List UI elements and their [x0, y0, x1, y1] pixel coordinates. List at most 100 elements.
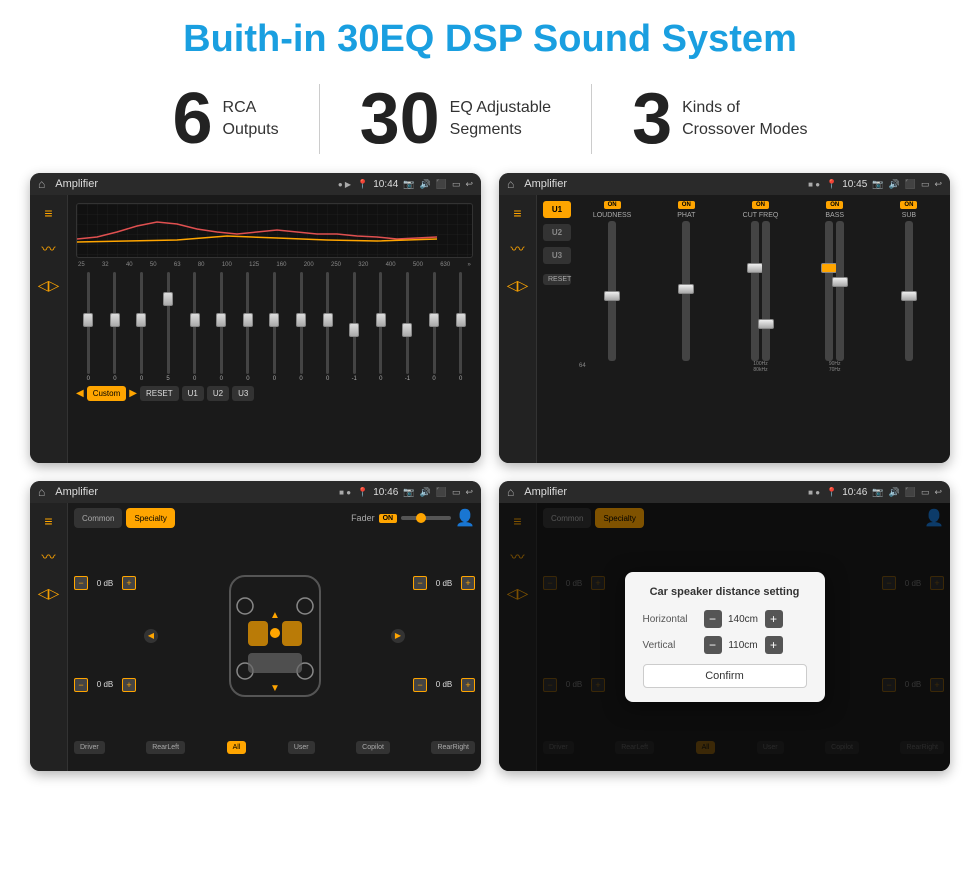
- fader-slider[interactable]: [401, 516, 451, 520]
- track-1[interactable]: [87, 272, 90, 374]
- location-icon-4: 📍: [826, 487, 837, 498]
- eq-main: 25 32 40 50 63 80 100 125 160 200 250 32…: [68, 195, 481, 463]
- arrow-right[interactable]: ▶: [391, 629, 405, 643]
- freq-63: 63: [174, 262, 181, 268]
- track-7[interactable]: [246, 272, 249, 374]
- reset-btn-1[interactable]: RESET: [140, 386, 179, 401]
- slider-loudness-1[interactable]: [608, 221, 616, 361]
- slider-cutfreq-1[interactable]: [751, 221, 759, 361]
- slider-bass-2[interactable]: [836, 221, 844, 361]
- track-13[interactable]: [406, 272, 409, 374]
- dot-icons-2: ■ ●: [808, 180, 820, 189]
- prev-arrow[interactable]: ◀: [76, 388, 84, 399]
- u1-btn[interactable]: U1: [543, 201, 571, 218]
- vol-plus-rl[interactable]: +: [122, 678, 136, 692]
- u2-btn-1[interactable]: U2: [207, 386, 229, 401]
- slider-bass-1[interactable]: [825, 221, 833, 361]
- tab-common-3[interactable]: Common: [74, 508, 122, 528]
- track-9[interactable]: [300, 272, 303, 374]
- reset-btn-2[interactable]: RESET: [543, 274, 571, 285]
- track-5[interactable]: [193, 272, 196, 374]
- freq-more[interactable]: »: [467, 262, 470, 268]
- vol-plus-fl[interactable]: +: [122, 576, 136, 590]
- vol-icon-1[interactable]: ◁▷: [38, 277, 60, 294]
- svg-text:▲: ▲: [270, 610, 280, 621]
- on-bass[interactable]: ON: [826, 201, 843, 209]
- vol-minus-rl[interactable]: −: [74, 678, 88, 692]
- eq-icon-1[interactable]: ≡: [44, 205, 52, 221]
- u2-btn[interactable]: U2: [543, 224, 571, 241]
- vol-plus-fr[interactable]: +: [461, 576, 475, 590]
- back-icon-4[interactable]: ↩: [934, 487, 942, 498]
- vol-icon-2[interactable]: ◁▷: [507, 277, 529, 294]
- copilot-btn[interactable]: Copilot: [356, 741, 390, 754]
- track-14[interactable]: [433, 272, 436, 374]
- custom-btn[interactable]: Custom: [87, 386, 127, 401]
- track-6[interactable]: [220, 272, 223, 374]
- home-icon-1[interactable]: ⌂: [38, 177, 45, 191]
- horizontal-plus[interactable]: +: [765, 610, 783, 628]
- vol-plus-rr[interactable]: +: [461, 678, 475, 692]
- right-arrow[interactable]: ▶: [391, 629, 405, 643]
- u1-btn-1[interactable]: U1: [182, 386, 204, 401]
- on-sub[interactable]: ON: [900, 201, 917, 209]
- next-arrow[interactable]: ▶: [129, 388, 137, 399]
- u3-btn[interactable]: U3: [543, 247, 571, 264]
- user-btn[interactable]: User: [288, 741, 315, 754]
- all-btn[interactable]: All: [227, 741, 247, 754]
- on-phat[interactable]: ON: [678, 201, 695, 209]
- wave-icon-3[interactable]: 〰: [42, 547, 56, 567]
- vol-minus-rr[interactable]: −: [413, 678, 427, 692]
- slider-phat-1[interactable]: [682, 221, 690, 361]
- track-8[interactable]: [273, 272, 276, 374]
- page-title: Buith-in 30EQ DSP Sound System: [0, 0, 980, 73]
- freq-25: 25: [78, 262, 85, 268]
- label-sub: SUB: [902, 212, 916, 219]
- track-12[interactable]: [379, 272, 382, 374]
- tab-specialty-3[interactable]: Specialty: [126, 508, 174, 528]
- car-diagram: ▲ ▼ ◀ ▶: [142, 534, 407, 737]
- crossover-channels: ON LOUDNESS 64: [577, 201, 944, 457]
- wave-icon-1[interactable]: 〰: [42, 239, 56, 259]
- vertical-plus[interactable]: +: [765, 636, 783, 654]
- track-10[interactable]: [326, 272, 329, 374]
- home-icon-2[interactable]: ⌂: [507, 177, 514, 191]
- back-icon-3[interactable]: ↩: [465, 487, 473, 498]
- left-arrow[interactable]: ◀: [144, 629, 158, 643]
- on-cutfreq[interactable]: ON: [752, 201, 769, 209]
- confirm-button[interactable]: Confirm: [643, 664, 807, 688]
- crossover-num: 3: [632, 83, 672, 155]
- wave-icon-2[interactable]: 〰: [511, 239, 525, 259]
- rearright-btn[interactable]: RearRight: [431, 741, 475, 754]
- slider-sub-1[interactable]: [905, 221, 913, 361]
- on-loudness[interactable]: ON: [604, 201, 621, 209]
- u3-btn-1[interactable]: U3: [232, 386, 254, 401]
- vol-minus-fr[interactable]: −: [413, 576, 427, 590]
- camera-icon-3: 📷: [403, 487, 414, 498]
- driver-btn[interactable]: Driver: [74, 741, 105, 754]
- track-11[interactable]: [353, 272, 356, 374]
- track-3[interactable]: [140, 272, 143, 374]
- window-icon-1: ▭: [452, 179, 461, 190]
- rearleft-btn[interactable]: RearLeft: [146, 741, 185, 754]
- vertical-minus[interactable]: −: [704, 636, 722, 654]
- vol-icon-3[interactable]: ◁▷: [38, 585, 60, 602]
- eq-icon-3[interactable]: ≡: [44, 513, 52, 529]
- back-icon-2[interactable]: ↩: [934, 179, 942, 190]
- track-15[interactable]: [459, 272, 462, 374]
- track-4[interactable]: [167, 272, 170, 374]
- slider-cutfreq-2[interactable]: [762, 221, 770, 361]
- app-title-4: Amplifier: [520, 486, 802, 498]
- window-icon-4: ▭: [921, 487, 930, 498]
- fader-on-toggle[interactable]: ON: [379, 514, 398, 523]
- vol-minus-fl[interactable]: −: [74, 576, 88, 590]
- home-icon-3[interactable]: ⌂: [38, 485, 45, 499]
- eq-icon-2[interactable]: ≡: [513, 205, 521, 221]
- car-svg: ▲ ▼: [220, 571, 330, 701]
- horizontal-minus[interactable]: −: [704, 610, 722, 628]
- eq-svg: [77, 204, 472, 257]
- home-icon-4[interactable]: ⌂: [507, 485, 514, 499]
- arrow-left[interactable]: ◀: [144, 629, 158, 643]
- track-2[interactable]: [113, 272, 116, 374]
- back-icon-1[interactable]: ↩: [465, 179, 473, 190]
